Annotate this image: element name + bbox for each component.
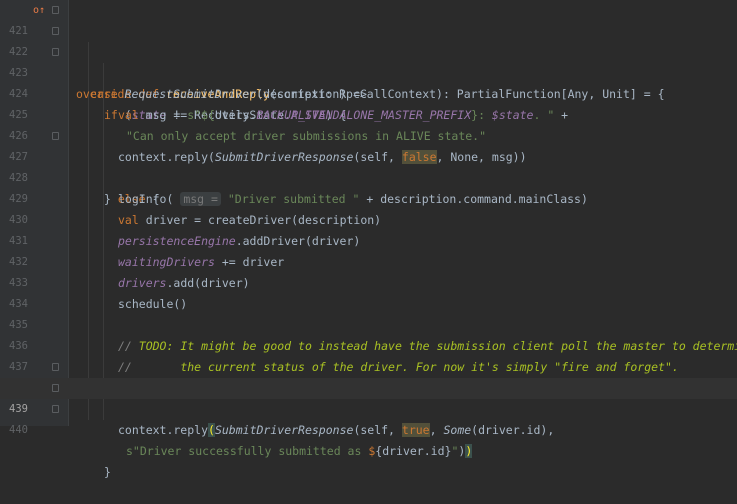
fold-toggle-icon[interactable] bbox=[52, 27, 59, 35]
code-line[interactable]: 433 schedule() bbox=[0, 252, 737, 311]
code-line[interactable]: 429 val driver = createDriver(descriptio… bbox=[0, 168, 737, 227]
code-text: , bbox=[429, 423, 444, 437]
string-literal: " bbox=[451, 444, 459, 458]
code-line[interactable]: 437 bbox=[0, 336, 737, 373]
code-text: (self, bbox=[353, 423, 402, 437]
matched-bracket: ( bbox=[208, 423, 215, 437]
code-line[interactable]: 434 bbox=[0, 273, 737, 310]
string-literal: s"Driver successfully submitted as bbox=[126, 444, 369, 458]
code-text: } bbox=[104, 465, 111, 479]
interpolation-marker: $ bbox=[368, 444, 376, 458]
code-text: (driver.id), bbox=[471, 423, 555, 437]
code-editor[interactable]: 421 o↑ override def receiveAndReply(cont… bbox=[0, 0, 737, 479]
code-line[interactable]: 436 // the current status of the driver.… bbox=[0, 315, 737, 374]
fold-toggle-icon[interactable] bbox=[52, 384, 59, 392]
code-line[interactable]: 430 persistenceEngine.addDriver(driver) bbox=[0, 189, 737, 248]
code-line[interactable]: 428 logInfo( msg = "Driver submitted " +… bbox=[0, 147, 737, 206]
line-number: 440 bbox=[9, 424, 28, 436]
case-class: Some bbox=[443, 423, 472, 437]
code-text: context.reply bbox=[118, 423, 209, 437]
code-line[interactable]: 435 // TODO: It might be good to instead… bbox=[0, 294, 737, 353]
override-icon[interactable]: o↑ bbox=[33, 0, 45, 21]
code-line[interactable]: 421 o↑ override def receiveAndReply(cont… bbox=[0, 0, 737, 101]
code-line[interactable]: 422 case RequestSubmitDriver(description… bbox=[0, 21, 737, 101]
fold-toggle-icon[interactable] bbox=[52, 48, 59, 56]
code-line[interactable]: 440 } bbox=[0, 399, 737, 479]
code-line[interactable]: 432 drivers.add(driver) bbox=[0, 231, 737, 290]
keyword: true bbox=[401, 423, 430, 437]
code-line-current[interactable]: 439 s"Driver successfully submitted as $… bbox=[0, 378, 737, 458]
code-line[interactable]: 423 if (state != RecoveryState.ALIVE) { bbox=[0, 42, 737, 122]
code-line[interactable]: 438 context.reply(SubmitDriverResponse(s… bbox=[0, 357, 737, 437]
code-line[interactable]: 426 context.reply(SubmitDriverResponse(s… bbox=[0, 105, 737, 164]
code-line[interactable]: 427 } else { bbox=[0, 126, 737, 206]
code-line[interactable]: 424 val msg = s"${Utils.BACKUP_STANDALON… bbox=[0, 63, 737, 122]
matched-bracket: ) bbox=[465, 444, 473, 458]
fold-toggle-icon[interactable] bbox=[52, 405, 59, 413]
fold-toggle-icon[interactable] bbox=[52, 132, 59, 140]
case-class: SubmitDriverResponse bbox=[214, 423, 354, 437]
code-line[interactable]: 425 "Can only accept driver submissions … bbox=[0, 84, 737, 143]
fold-toggle-icon[interactable] bbox=[52, 363, 59, 371]
code-text: {driver.id} bbox=[375, 444, 452, 458]
fold-toggle-icon[interactable] bbox=[52, 6, 59, 14]
code-line[interactable]: 431 waitingDrivers += driver bbox=[0, 210, 737, 269]
